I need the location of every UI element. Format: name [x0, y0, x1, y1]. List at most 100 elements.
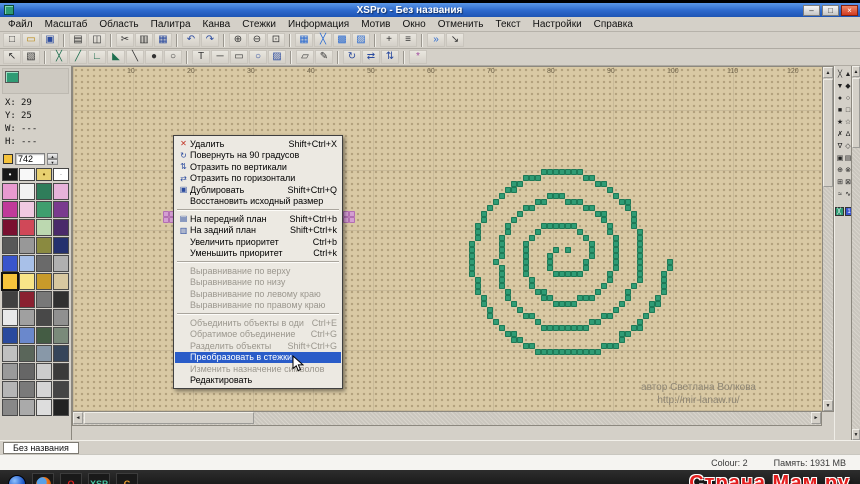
- palette-swatch[interactable]: [19, 291, 35, 308]
- menu-item-3[interactable]: Область: [93, 18, 144, 31]
- new-file-button[interactable]: □: [3, 33, 21, 47]
- print-button[interactable]: ▤: [69, 33, 87, 47]
- stitch-symbol[interactable]: ✗: [837, 129, 843, 141]
- motif-tool-button[interactable]: *: [409, 50, 427, 64]
- palette-swatch[interactable]: [19, 255, 35, 272]
- palette-swatch[interactable]: [19, 399, 35, 416]
- palette-swatch[interactable]: [19, 345, 35, 362]
- palette-swatch[interactable]: [19, 237, 35, 254]
- stitch-symbol[interactable]: ●: [838, 93, 842, 105]
- half-stitch-button[interactable]: ╱: [69, 50, 87, 64]
- grid-view-button[interactable]: ▦: [295, 33, 313, 47]
- palette-swatch[interactable]: [53, 201, 69, 218]
- palette-swatch[interactable]: [2, 183, 18, 200]
- palette-swatch[interactable]: [2, 309, 18, 326]
- context-item-5[interactable]: ▣ Дублировать Shift+Ctrl+Q: [175, 184, 341, 196]
- palette-swatch[interactable]: [19, 273, 35, 290]
- menu-item-11[interactable]: Текст: [489, 18, 526, 31]
- swatch-accent[interactable]: •: [36, 168, 52, 181]
- palette-swatch[interactable]: [2, 201, 18, 218]
- select-pointer-button[interactable]: ↖: [3, 50, 21, 64]
- paste-button[interactable]: ▦: [154, 33, 172, 47]
- scroll-up-icon[interactable]: ▲: [823, 67, 833, 78]
- palette-swatch[interactable]: [19, 381, 35, 398]
- palette-swatch[interactable]: [53, 381, 69, 398]
- palette-swatch[interactable]: [2, 363, 18, 380]
- explorer-taskbar-icon[interactable]: C: [116, 473, 138, 484]
- symbols-scroll-up-icon[interactable]: ▲: [852, 66, 860, 77]
- start-orb[interactable]: [8, 475, 26, 484]
- palette-swatch[interactable]: [36, 381, 52, 398]
- stitch-symbol[interactable]: ○: [846, 93, 850, 105]
- palette-swatch[interactable]: [19, 363, 35, 380]
- palette-swatch[interactable]: [36, 183, 52, 200]
- opera-taskbar-icon[interactable]: O: [60, 473, 82, 484]
- scroll-down-icon[interactable]: ▼: [823, 400, 833, 411]
- stitch-symbol[interactable]: ∆: [846, 129, 850, 141]
- symbol-view-button[interactable]: ╳: [314, 33, 332, 47]
- stitch-symbol[interactable]: ▣: [837, 153, 844, 165]
- redo-button[interactable]: ↷: [201, 33, 219, 47]
- palette-swatch[interactable]: [2, 399, 18, 416]
- zoom-fit-button[interactable]: ⊡: [267, 33, 285, 47]
- context-item-8[interactable]: ▤ На передний план Shift+Ctrl+b: [175, 213, 341, 225]
- mirror-horizontal-button[interactable]: ⇄: [362, 50, 380, 64]
- palette-swatch[interactable]: [53, 327, 69, 344]
- used-color-chip[interactable]: ╳: [834, 207, 844, 216]
- stitch-symbol[interactable]: ∇: [838, 141, 843, 153]
- stitch-symbol[interactable]: ╳: [838, 69, 842, 81]
- palette-swatch[interactable]: [36, 399, 52, 416]
- context-item-1[interactable]: ✕ Удалить Shift+Ctrl+X: [175, 138, 341, 150]
- document-tab[interactable]: Без названия: [3, 441, 79, 454]
- menu-item-10[interactable]: Отменить: [432, 18, 490, 31]
- palette-swatch[interactable]: [53, 345, 69, 362]
- export-button[interactable]: ↘: [446, 33, 464, 47]
- stitch-symbol[interactable]: ◇: [845, 141, 850, 153]
- show-rulers-button[interactable]: ≡: [399, 33, 417, 47]
- scroll-right-icon[interactable]: ►: [811, 412, 821, 424]
- symbols-scroll-thumb[interactable]: [852, 78, 860, 148]
- palette-swatch[interactable]: [53, 237, 69, 254]
- rect-tool-button[interactable]: ▭: [230, 50, 248, 64]
- firefox-taskbar-icon[interactable]: [32, 473, 54, 484]
- palette-swatch[interactable]: [2, 255, 18, 272]
- menu-item-2[interactable]: Масштаб: [39, 18, 94, 31]
- minimize-button[interactable]: –: [803, 4, 820, 16]
- stitch-symbol[interactable]: ★: [837, 117, 843, 129]
- palette-swatch[interactable]: [36, 237, 52, 254]
- bead-button[interactable]: ○: [164, 50, 182, 64]
- palette-swatch[interactable]: [19, 219, 35, 236]
- swatch-dark[interactable]: •: [2, 168, 18, 181]
- text-tool-button[interactable]: T: [192, 50, 210, 64]
- fill-tool-button[interactable]: ▨: [268, 50, 286, 64]
- palette-swatch[interactable]: [2, 345, 18, 362]
- context-item-2[interactable]: ↻ Повернуть на 90 градусов: [175, 150, 341, 162]
- menu-item-4[interactable]: Палитра: [145, 18, 197, 31]
- palette-swatch[interactable]: [19, 201, 35, 218]
- center-pattern-button[interactable]: +: [380, 33, 398, 47]
- next-page-button[interactable]: »: [427, 33, 445, 47]
- scroll-left-icon[interactable]: ◄: [73, 412, 83, 424]
- canvas-horizontal-scrollbar[interactable]: ◄ ►: [72, 412, 822, 426]
- swatch-light[interactable]: [19, 168, 35, 181]
- print-preview-button[interactable]: ◫: [88, 33, 106, 47]
- save-button[interactable]: ▣: [41, 33, 59, 47]
- mixed-view-button[interactable]: ▨: [352, 33, 370, 47]
- close-button[interactable]: ×: [841, 4, 858, 16]
- palette-swatch[interactable]: [2, 219, 18, 236]
- menu-item-9[interactable]: Окно: [396, 18, 431, 31]
- vertical-scroll-thumb[interactable]: [823, 79, 833, 187]
- color-view-button[interactable]: ▩: [333, 33, 351, 47]
- palette-swatch[interactable]: [53, 183, 69, 200]
- menu-item-8[interactable]: Мотив: [355, 18, 396, 31]
- open-folder-button[interactable]: ▭: [22, 33, 40, 47]
- motif-preview-thumbnail[interactable]: [5, 71, 19, 83]
- palette-swatch[interactable]: [53, 291, 69, 308]
- palette-swatch[interactable]: [2, 291, 18, 308]
- stitch-symbol[interactable]: ⊞: [837, 177, 843, 189]
- quarter-stitch-button[interactable]: ∟: [88, 50, 106, 64]
- palette-swatch[interactable]: [36, 291, 52, 308]
- maximize-button[interactable]: □: [822, 4, 839, 16]
- rotate-tool-button[interactable]: ↻: [343, 50, 361, 64]
- palette-swatch[interactable]: [19, 309, 35, 326]
